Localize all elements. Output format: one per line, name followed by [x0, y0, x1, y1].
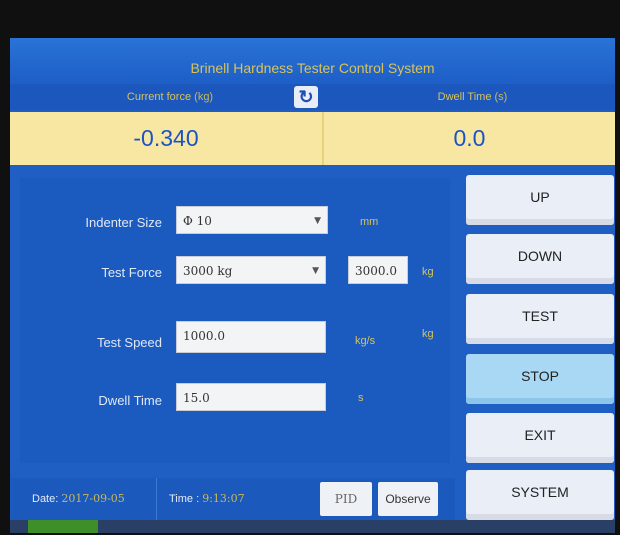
date-value: 2017-09-05: [61, 492, 125, 505]
test-force-select[interactable]: 3000 kg ▼: [176, 256, 326, 284]
test-speed-unit: kg/s: [355, 335, 376, 347]
observe-button[interactable]: Observe: [378, 482, 438, 516]
current-force-label: Current force: [126, 91, 192, 103]
chevron-down-icon: ▼: [314, 216, 321, 226]
test-button[interactable]: TEST: [466, 294, 614, 344]
dwell-time-header: Dwell Time (s): [330, 84, 615, 110]
current-force-readout: -0.340: [10, 112, 324, 165]
stop-button[interactable]: STOP: [466, 354, 614, 404]
dwell-time-label: Dwell Time: [437, 91, 492, 103]
indenter-size-unit: mm: [360, 216, 379, 228]
taskbar: [10, 520, 615, 533]
test-force-field[interactable]: 3000.0: [348, 256, 408, 284]
status-footer: Date: 2017-09-05 Time : 9:13:07 PID Obse…: [10, 478, 455, 520]
dwell-time-readout: 0.0: [324, 112, 615, 165]
indenter-size-select[interactable]: Φ 10 ▼: [176, 206, 328, 234]
chevron-down-icon: ▼: [312, 266, 319, 276]
time-value: 9:13:07: [202, 492, 245, 505]
indenter-size-value: Φ 10: [183, 214, 212, 228]
app-title: Brinell Hardness Tester Control System: [190, 60, 435, 76]
date-display: Date: 2017-09-05: [32, 478, 125, 520]
dwell-time-setting-unit: s: [358, 392, 364, 404]
test-speed-label: Test Speed: [96, 335, 162, 350]
indenter-size-label: Indenter Size: [85, 215, 162, 230]
test-speed-field[interactable]: 1000.0: [176, 321, 326, 353]
title-bar: Brinell Hardness Tester Control System: [10, 38, 615, 85]
up-button[interactable]: UP: [466, 175, 614, 225]
test-speed-unit-secondary: kg: [422, 328, 434, 340]
pid-button[interactable]: PID: [320, 482, 372, 516]
time-label: Time :: [169, 493, 200, 505]
test-force-label: Test Force: [101, 265, 162, 280]
current-force-header: Current force (kg): [10, 84, 330, 110]
dwell-time-field[interactable]: 15.0: [176, 383, 326, 411]
system-button[interactable]: SYSTEM: [466, 470, 614, 520]
exit-button[interactable]: EXIT: [466, 413, 614, 463]
time-display: Time : 9:13:07: [156, 478, 245, 520]
app-window: Brinell Hardness Tester Control System C…: [10, 38, 615, 533]
dwell-time-setting-label: Dwell Time: [98, 393, 162, 408]
refresh-icon[interactable]: ↻: [294, 86, 318, 108]
start-button[interactable]: [28, 520, 98, 533]
test-force-value: 3000 kg: [183, 264, 233, 278]
dwell-time-unit: (s): [494, 91, 508, 103]
test-force-unit: kg: [422, 266, 434, 278]
date-label: Date:: [32, 493, 59, 505]
current-force-unit: (kg): [194, 91, 214, 103]
down-button[interactable]: DOWN: [466, 234, 614, 284]
